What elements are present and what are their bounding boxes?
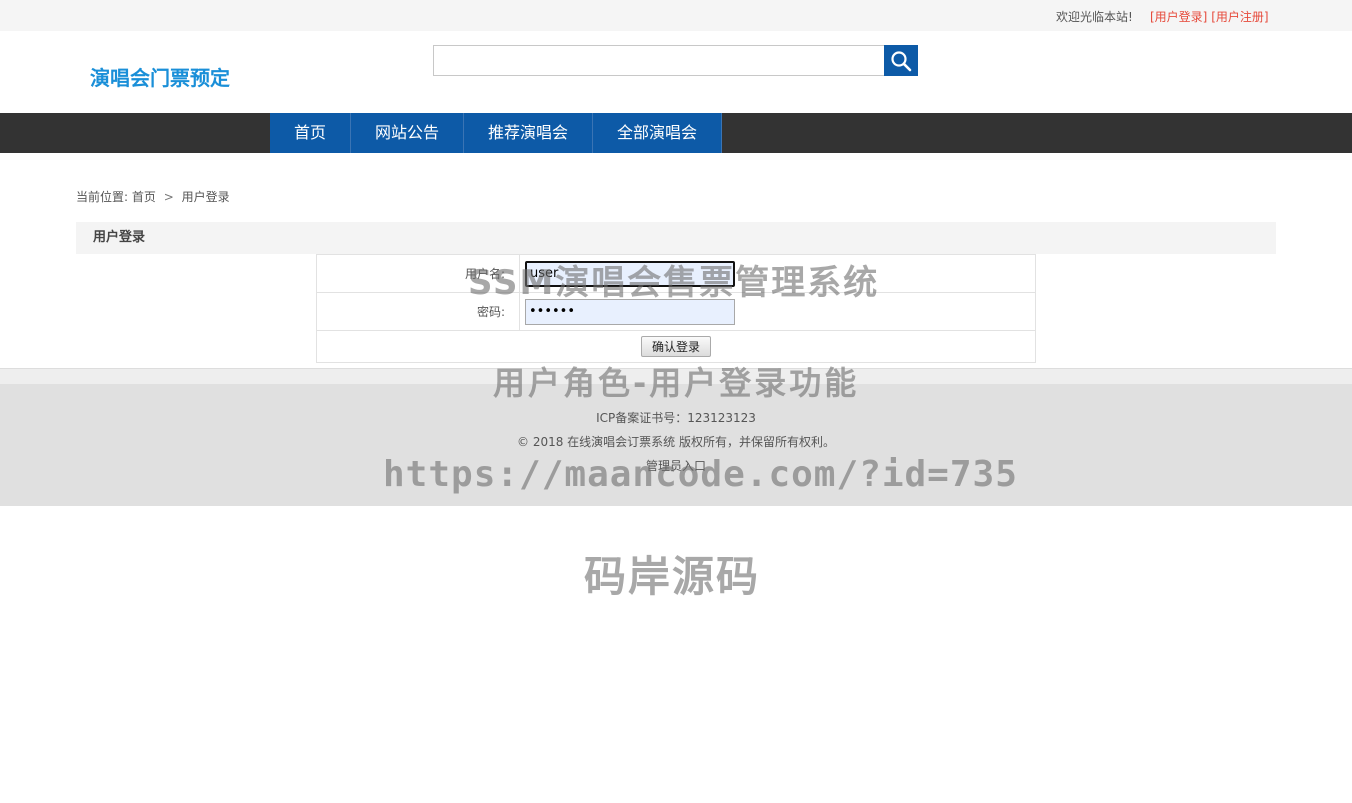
search-button[interactable] (884, 45, 918, 76)
auth-links: [用户登录] [用户注册] (1150, 8, 1269, 25)
panel-title: 用户登录 (76, 222, 1276, 254)
nav-item-home[interactable]: 首页 (270, 113, 351, 153)
nav-item-announcements[interactable]: 网站公告 (351, 113, 464, 153)
copyright-text: © 2018 在线演唱会订票系统 版权所有，并保留所有权利。 (517, 435, 835, 449)
password-cell (519, 292, 1036, 331)
nav-item-recommended[interactable]: 推荐演唱会 (464, 113, 593, 153)
login-submit-button[interactable]: 确认登录 (640, 336, 711, 357)
footer: ICP备案证书号：123123123 © 2018 在线演唱会订票系统 版权所有… (0, 384, 1352, 506)
header: 演唱会门票预定 (0, 31, 1352, 113)
footer-divider (0, 368, 1352, 384)
breadcrumb-separator: > (163, 190, 174, 204)
breadcrumb: 当前位置: 首页 > 用户登录 (76, 188, 230, 205)
submit-cell: 确认登录 (316, 330, 1036, 363)
search-input[interactable] (433, 45, 885, 76)
login-link[interactable]: [用户登录] (1150, 10, 1207, 24)
top-bar: 欢迎光临本站! [用户登录] [用户注册] (0, 0, 1352, 31)
site-logo[interactable]: 演唱会门票预定 (90, 62, 230, 91)
watermark-brand: 码岸源码 (584, 552, 761, 601)
breadcrumb-home[interactable]: 首页 (132, 190, 156, 204)
nav-item-all-concerts[interactable]: 全部演唱会 (593, 113, 722, 153)
welcome-text: 欢迎光临本站! (1056, 10, 1133, 24)
login-form: 用户名: 密码: 确认登录 (316, 254, 1036, 363)
admin-entry-link[interactable]: 管理员入口 (0, 457, 1352, 474)
username-label: 用户名: (316, 254, 520, 293)
icp-text: ICP备案证书号：123123123 (596, 411, 756, 425)
search-icon (891, 50, 912, 71)
password-label: 密码: (316, 292, 520, 331)
breadcrumb-prefix: 当前位置: (76, 190, 129, 204)
username-input[interactable] (525, 260, 735, 287)
main-nav: 首页 网站公告 推荐演唱会 全部演唱会 (0, 113, 1352, 153)
breadcrumb-current: 用户登录 (181, 190, 230, 204)
username-cell (519, 254, 1036, 293)
register-link[interactable]: [用户注册] (1211, 10, 1268, 24)
password-input[interactable] (525, 298, 735, 325)
